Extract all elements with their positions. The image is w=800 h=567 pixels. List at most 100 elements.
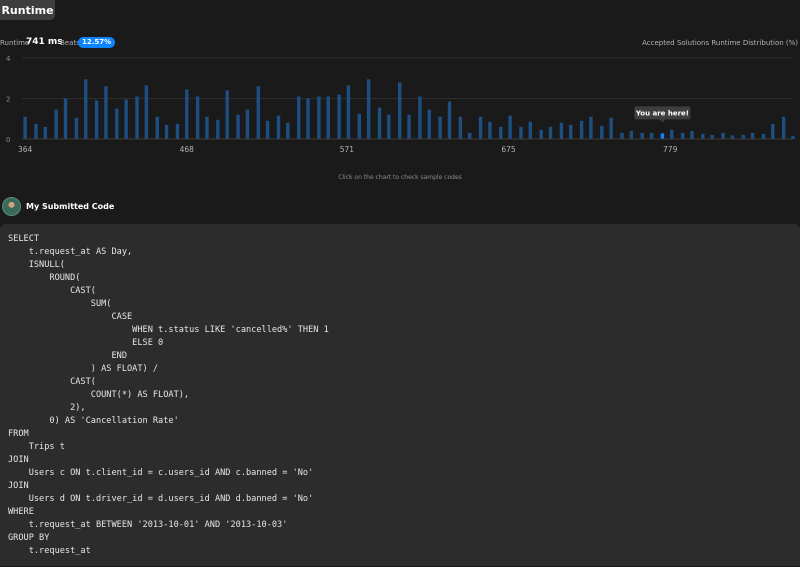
- distribution-label: Accepted Solutions Runtime Distribution …: [642, 39, 798, 47]
- y-tick-label: 0: [6, 136, 10, 144]
- bar[interactable]: [94, 100, 99, 139]
- bar[interactable]: [761, 133, 766, 139]
- bar[interactable]: [326, 96, 330, 139]
- bar[interactable]: [781, 116, 786, 139]
- x-tick-label: 364: [18, 145, 33, 154]
- bar[interactable]: [337, 94, 341, 139]
- bar[interactable]: [265, 120, 270, 139]
- tooltip-label: You are here!: [635, 109, 689, 117]
- bar[interactable]: [438, 116, 442, 139]
- bar[interactable]: [721, 132, 725, 139]
- bar[interactable]: [387, 114, 391, 139]
- beats-badge: 12.57%: [78, 37, 116, 48]
- bar[interactable]: [357, 113, 362, 139]
- bar[interactable]: [620, 132, 624, 139]
- bar[interactable]: [43, 126, 48, 139]
- bar[interactable]: [609, 117, 613, 139]
- runtime-value: 741 ms: [26, 37, 63, 47]
- bar[interactable]: [164, 124, 169, 139]
- bar[interactable]: [750, 132, 755, 139]
- y-tick-label: 4: [6, 55, 11, 63]
- bar[interactable]: [629, 130, 634, 139]
- bar[interactable]: [427, 109, 431, 139]
- bar[interactable]: [589, 116, 593, 139]
- bar[interactable]: [366, 79, 371, 139]
- bar[interactable]: [771, 123, 775, 139]
- bar[interactable]: [519, 126, 523, 139]
- bar[interactable]: [175, 123, 180, 139]
- submitted-code-header: My Submitted Code: [0, 196, 800, 218]
- code-panel: SELECT t.request_at AS Day, ISNULL( ROUN…: [0, 224, 800, 566]
- bar[interactable]: [398, 82, 402, 139]
- avatar: [2, 197, 21, 216]
- bar[interactable]: [458, 116, 463, 139]
- bar[interactable]: [508, 115, 512, 139]
- bar[interactable]: [488, 121, 492, 139]
- bar[interactable]: [74, 117, 79, 139]
- bar[interactable]: [467, 132, 472, 139]
- bar[interactable]: [34, 123, 38, 139]
- bar[interactable]: [306, 98, 310, 140]
- highlight-bar[interactable]: [660, 133, 665, 139]
- runtime-stats: Runtime 741 ms Beats 12.57% Accepted Sol…: [0, 37, 800, 49]
- bar[interactable]: [135, 96, 139, 139]
- bar[interactable]: [418, 96, 422, 139]
- runtime-distribution-chart[interactable]: 0 2 4 364 468 571 675 779 You are here!: [0, 50, 800, 162]
- bar[interactable]: [559, 122, 564, 139]
- bar[interactable]: [185, 89, 189, 139]
- bar[interactable]: [690, 130, 694, 139]
- code-block: SELECT t.request_at AS Day, ISNULL( ROUN…: [8, 234, 329, 556]
- bar[interactable]: [670, 129, 674, 139]
- bar[interactable]: [225, 90, 229, 139]
- bar[interactable]: [600, 125, 604, 139]
- x-tick-label: 571: [340, 145, 355, 154]
- bar[interactable]: [245, 109, 250, 139]
- bar[interactable]: [23, 116, 27, 139]
- bar[interactable]: [499, 126, 503, 139]
- bar[interactable]: [649, 132, 654, 139]
- bar[interactable]: [579, 120, 584, 139]
- y-tick-label: 2: [6, 96, 10, 104]
- bar[interactable]: [548, 126, 553, 139]
- chart-hint: Click on the chart to check sample codes: [338, 174, 462, 181]
- bar[interactable]: [155, 116, 159, 139]
- bar[interactable]: [124, 99, 128, 139]
- x-tick-label: 675: [501, 145, 516, 154]
- bar[interactable]: [478, 116, 483, 139]
- submitted-code-title: My Submitted Code: [26, 202, 115, 211]
- x-tick-label: 468: [180, 145, 195, 154]
- bar[interactable]: [256, 86, 260, 139]
- tab-runtime[interactable]: Runtime: [0, 0, 55, 20]
- bar[interactable]: [216, 119, 220, 139]
- bar[interactable]: [236, 114, 240, 139]
- bar[interactable]: [54, 109, 58, 139]
- bar[interactable]: [539, 129, 543, 139]
- bar[interactable]: [195, 96, 200, 139]
- bar[interactable]: [286, 122, 290, 139]
- bar[interactable]: [115, 108, 119, 139]
- bar[interactable]: [317, 96, 321, 139]
- bar[interactable]: [104, 86, 108, 139]
- bar[interactable]: [377, 107, 382, 139]
- beats-label: Beats: [60, 39, 80, 47]
- bar[interactable]: [640, 132, 644, 139]
- bar[interactable]: [730, 135, 735, 139]
- bar[interactable]: [680, 132, 685, 139]
- bar[interactable]: [710, 134, 714, 139]
- bar[interactable]: [569, 124, 573, 139]
- bar[interactable]: [346, 85, 351, 139]
- bar[interactable]: [144, 85, 149, 139]
- bar[interactable]: [741, 134, 745, 139]
- bar[interactable]: [205, 116, 209, 139]
- runtime-label: Runtime: [0, 39, 30, 47]
- bar[interactable]: [701, 133, 705, 139]
- bar[interactable]: [407, 114, 411, 139]
- bar[interactable]: [84, 79, 88, 139]
- tooltip-arrow: [659, 119, 666, 123]
- bar[interactable]: [63, 98, 68, 140]
- bar[interactable]: [276, 115, 281, 139]
- bar[interactable]: [296, 96, 301, 139]
- bar[interactable]: [447, 101, 452, 139]
- bar[interactable]: [528, 121, 533, 139]
- x-tick-label: 779: [663, 145, 678, 154]
